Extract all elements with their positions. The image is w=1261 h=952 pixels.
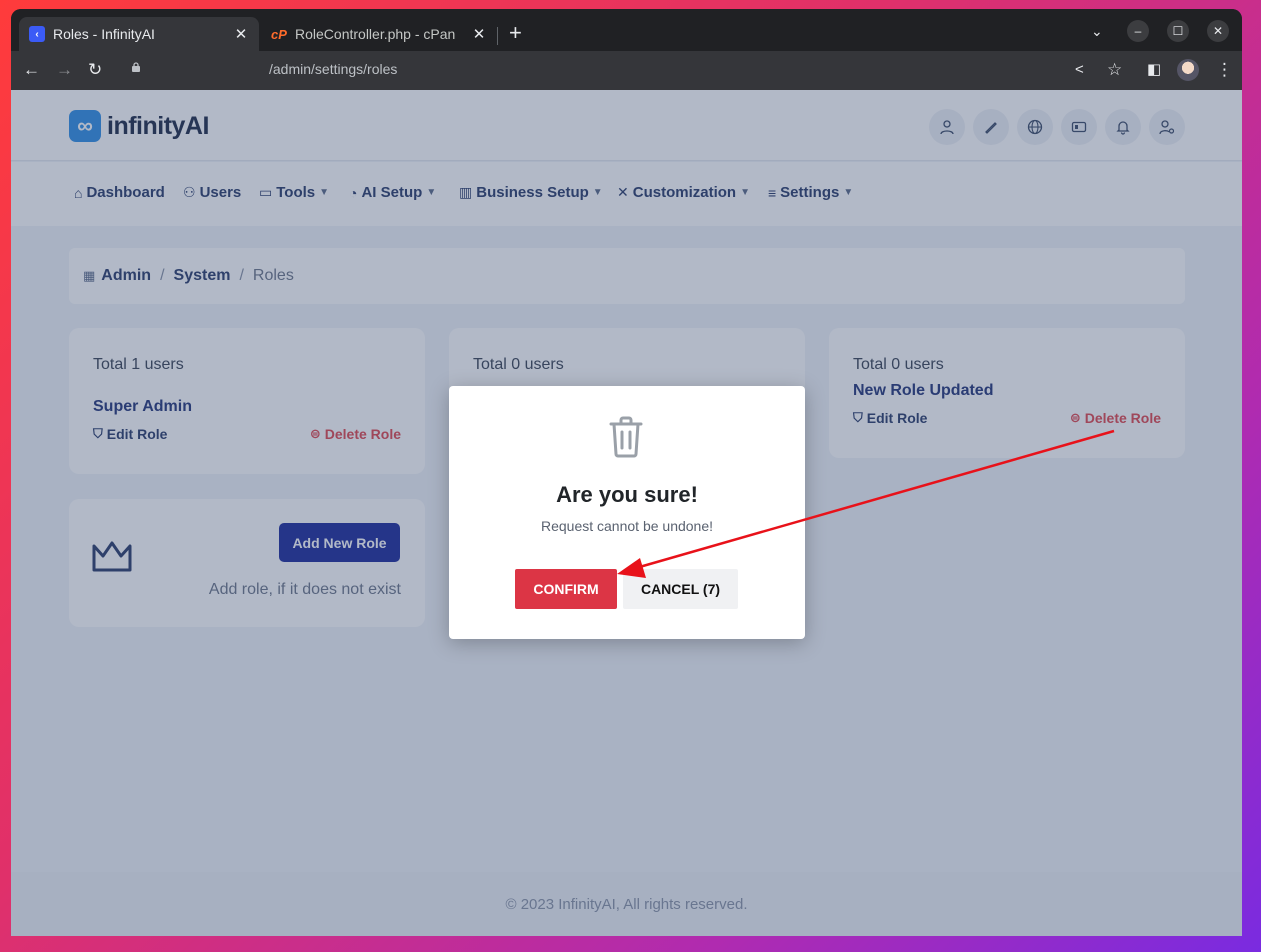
browser-toolbar: ← → ↻ /admin/settings/roles < ☆ ◧ ⋮ <box>11 51 1242 90</box>
browser-menu-icon[interactable]: ⋮ <box>1216 60 1233 80</box>
minimize-icon[interactable]: – <box>1127 20 1149 42</box>
profile-avatar[interactable] <box>1177 59 1199 81</box>
cancel-button[interactable]: CANCEL (7) <box>623 569 738 609</box>
dialog-title: Are you sure! <box>556 482 698 507</box>
close-tab-icon[interactable]: ✕ <box>471 25 487 43</box>
trash-icon <box>609 416 643 458</box>
side-panel-icon[interactable]: ◧ <box>1147 60 1161 80</box>
browser-window: ‹ Roles - InfinityAI ✕ cP RoleController… <box>11 9 1242 936</box>
infinityai-favicon-icon: ‹ <box>29 26 45 42</box>
back-icon[interactable]: ← <box>23 60 40 80</box>
tab-roles[interactable]: ‹ Roles - InfinityAI ✕ <box>19 17 259 51</box>
forward-icon[interactable]: → <box>56 60 73 80</box>
lock-icon[interactable] <box>131 62 141 72</box>
tab-title: Roles - InfinityAI <box>53 26 155 42</box>
confirm-delete-dialog: Are you sure! Request cannot be undone! … <box>449 386 805 639</box>
tab-divider <box>497 27 498 45</box>
close-window-icon[interactable]: ✕ <box>1207 20 1229 42</box>
close-tab-icon[interactable]: ✕ <box>233 25 249 43</box>
new-tab-icon[interactable]: + <box>509 22 522 44</box>
bookmark-star-icon[interactable]: ☆ <box>1107 60 1122 80</box>
page-content: ∞ infinityAI ⌂ Dashboard ⚇ Users ▭ Tools… <box>11 90 1242 936</box>
cpanel-favicon-icon: cP <box>271 26 287 42</box>
dialog-subtitle: Request cannot be undone! <box>540 518 714 534</box>
tab-title: RoleController.php - cPan <box>295 26 456 42</box>
tab-search-icon[interactable]: ⌄ <box>1091 23 1103 40</box>
address-bar[interactable]: /admin/settings/roles <box>269 61 397 77</box>
maximize-icon[interactable]: ☐ <box>1167 20 1189 42</box>
share-icon[interactable]: < <box>1075 60 1084 80</box>
confirm-button[interactable]: CONFIRM <box>515 569 617 609</box>
tab-rolecontroller[interactable]: cP RoleController.php - cPan ✕ <box>261 17 497 51</box>
reload-icon[interactable]: ↻ <box>88 60 102 80</box>
tab-strip: ‹ Roles - InfinityAI ✕ cP RoleController… <box>11 9 1242 51</box>
